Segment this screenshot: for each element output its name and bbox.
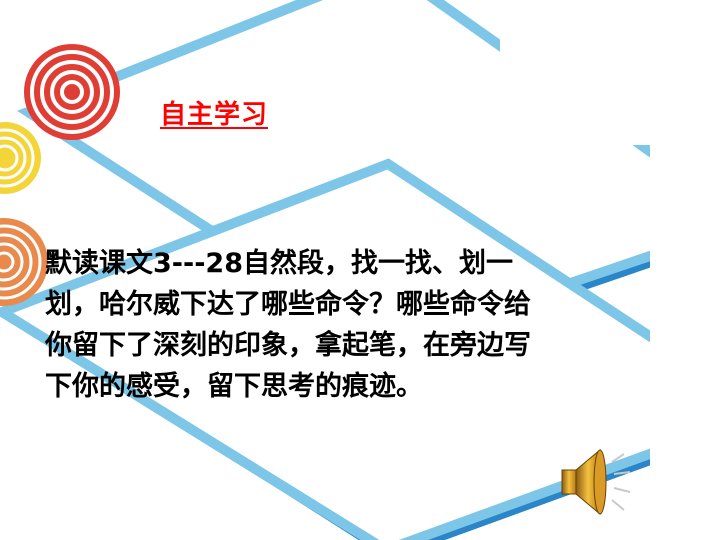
body-line: 划，哈尔威下达了哪些命令？哪些命令给 xyxy=(45,289,531,320)
body-line: 下你的感受，留下思考的痕迹。 xyxy=(45,371,423,402)
slide-body-text: 默读课文3---28自然段，找一找、划一 划，哈尔威下达了哪些命令？哪些命令给 … xyxy=(45,243,710,407)
body-line: 你留下了深刻的印象，拿起笔，在旁边写 xyxy=(45,330,531,361)
top-white-panel xyxy=(500,0,650,90)
speaker-icon[interactable] xyxy=(556,442,638,528)
slide: 自主学习 默读课文3---28自然段，找一找、划一 划，哈尔威下达了哪些命令？哪… xyxy=(0,0,720,540)
speaker-icon-graphic xyxy=(561,448,631,516)
red-spiral xyxy=(24,44,120,140)
body-line: 默读课文3---28自然段，找一找、划一 xyxy=(45,248,513,279)
slide-title: 自主学习 xyxy=(160,100,269,130)
yellow-spiral xyxy=(0,122,41,194)
